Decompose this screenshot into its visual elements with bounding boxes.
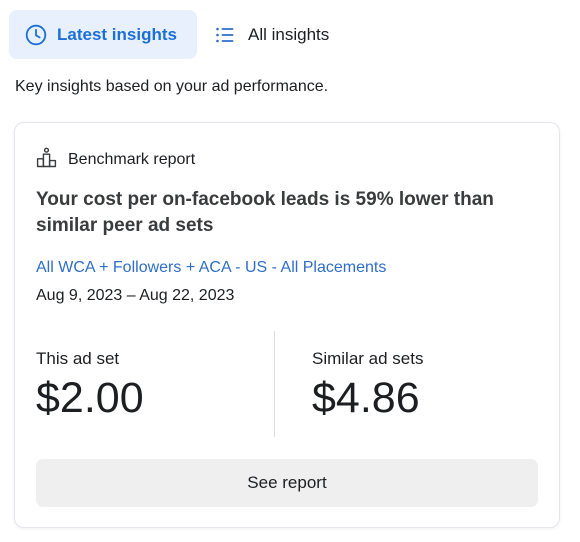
card-header: Benchmark report <box>36 147 195 173</box>
insight-headline: Your cost per on-facebook leads is 59% l… <box>36 189 494 236</box>
tab-all-insights-label: All insights <box>248 24 330 44</box>
list-icon <box>213 23 237 47</box>
ad-set-link[interactable]: All WCA + Followers + ACA - US - All Pla… <box>36 259 386 277</box>
benchmark-report-card: Benchmark report Your cost per on-facebo… <box>14 122 560 528</box>
date-range: Aug 9, 2023 – Aug 22, 2023 <box>36 287 235 304</box>
similar-ad-sets-value: $4.86 <box>312 374 420 422</box>
tab-all-insights[interactable]: All insights <box>210 10 339 59</box>
tab-latest-insights-label: Latest insights <box>57 24 177 44</box>
metric-divider <box>274 331 275 437</box>
clock-icon <box>24 23 48 47</box>
podium-icon <box>36 147 57 173</box>
this-ad-set-label: This ad set <box>36 349 120 368</box>
this-ad-set-value: $2.00 <box>36 374 144 422</box>
similar-ad-sets-metric: Similar ad sets $4.86 <box>312 349 423 421</box>
similar-ad-sets-label: Similar ad sets <box>312 349 424 368</box>
intro-text: Key insights based on your ad performanc… <box>15 78 329 95</box>
card-title: Benchmark report <box>68 151 196 168</box>
insights-tabs: Latest insights All insights <box>9 10 339 59</box>
see-report-button[interactable]: See report <box>36 459 538 507</box>
tab-latest-insights[interactable]: Latest insights <box>9 10 197 59</box>
this-ad-set-metric: This ad set $2.00 <box>36 349 144 421</box>
